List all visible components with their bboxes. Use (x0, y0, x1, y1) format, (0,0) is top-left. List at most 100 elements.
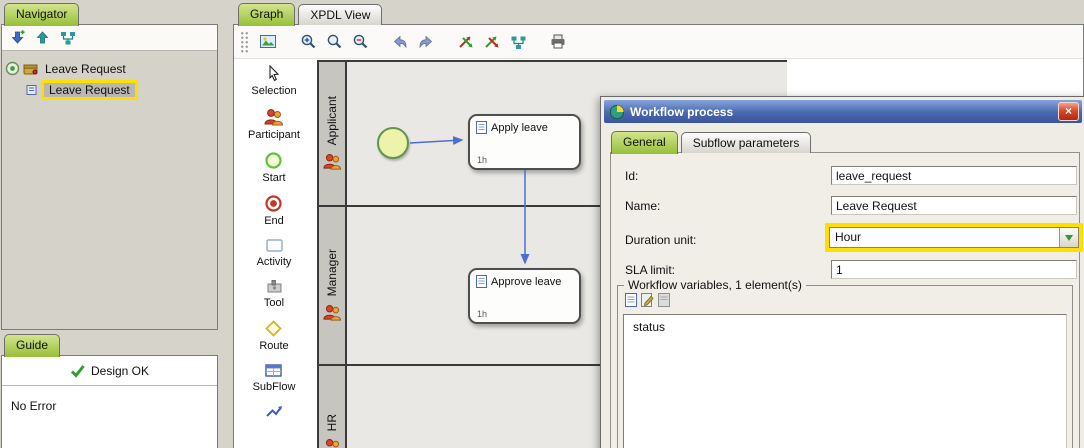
move-down-icon[interactable] (9, 29, 26, 46)
dropdown-arrow-icon[interactable] (1059, 228, 1078, 247)
dialog-general-panel: Id: Name: Duration unit: Hour SLA limit:… (610, 152, 1080, 448)
lane-label: Applicant (325, 96, 339, 145)
participant-icon (322, 303, 342, 322)
print-icon[interactable] (545, 29, 571, 55)
zoom-in-icon[interactable] (295, 29, 321, 55)
package-status-icon (5, 61, 20, 76)
activity-approve-leave[interactable]: Approve leave 1h (468, 268, 581, 324)
zoom-actual-icon[interactable] (321, 29, 347, 55)
redo-icon[interactable] (413, 29, 439, 55)
activity-doc-icon (476, 275, 487, 288)
duration-unit-select[interactable]: Hour (829, 227, 1079, 248)
selection-cursor-icon (265, 65, 282, 83)
tab-xpdl-view[interactable]: XPDL View (298, 4, 382, 25)
start-icon (264, 151, 283, 170)
crossed-arrows-red-icon[interactable] (453, 29, 479, 55)
palette-item-label: Tool (264, 297, 284, 309)
delete-variable-icon[interactable] (658, 293, 670, 307)
tree-item-process-label[interactable]: Leave Request (41, 80, 138, 100)
toolbar-separator (531, 29, 545, 55)
close-icon[interactable]: × (1058, 102, 1079, 121)
palette-item-selection[interactable]: Selection (251, 65, 296, 97)
new-variable-icon[interactable] (625, 293, 637, 307)
palette-item-subflow[interactable]: SubFlow (253, 362, 296, 393)
variable-item-status[interactable]: status (624, 315, 1066, 339)
tab-graph[interactable]: Graph (238, 3, 295, 26)
palette-item-label: End (264, 215, 284, 227)
tool-icon (265, 278, 284, 295)
guide-panel: Design OK No Error (1, 355, 218, 448)
hierarchy-icon[interactable] (59, 29, 76, 46)
palette-item-label: Activity (257, 256, 292, 268)
activity-duration: 1h (477, 309, 487, 319)
lane-header[interactable]: HR (319, 366, 347, 448)
palette-item-label: Participant (248, 129, 300, 141)
crossed-arrows-green-icon[interactable] (479, 29, 505, 55)
navigator-toolbar (2, 25, 217, 51)
palette-item-label: SubFlow (253, 381, 296, 393)
dialog-titlebar[interactable]: Workflow process × (604, 100, 1082, 123)
sla-limit-label: SLA limit: (625, 263, 675, 277)
toolbar-separator (281, 29, 295, 55)
participant-icon (322, 152, 342, 171)
palette-item-tool[interactable]: Tool (264, 278, 284, 309)
transition-icon (265, 403, 284, 421)
tab-general[interactable]: General (611, 131, 678, 154)
guide-status-row: Design OK (2, 356, 217, 386)
tab-navigator[interactable]: Navigator (4, 3, 79, 26)
workflow-process-dialog: Workflow process × General Subflow param… (600, 96, 1084, 448)
participant-icon (263, 107, 284, 127)
graph-toolbar (234, 25, 1083, 59)
palette-item-start[interactable]: Start (262, 151, 285, 184)
end-icon (264, 194, 283, 213)
activity-label: Approve leave (491, 276, 561, 288)
palette-item-transition[interactable] (265, 403, 284, 421)
lane-label: Manager (325, 249, 339, 296)
lane-header[interactable]: Applicant (319, 62, 347, 205)
sla-limit-input[interactable] (831, 260, 1077, 279)
variables-list[interactable]: status (623, 314, 1067, 448)
duration-unit-label: Duration unit: (625, 233, 696, 247)
id-input[interactable] (831, 166, 1077, 185)
palette-item-label: Start (262, 172, 285, 184)
workflow-variables-group: Workflow variables, 1 element(s) status (617, 285, 1073, 448)
route-icon (264, 319, 283, 338)
id-label: Id: (625, 169, 638, 183)
check-icon (70, 364, 85, 378)
activity-apply-leave[interactable]: Apply leave 1h (468, 114, 581, 170)
toolbar-separator (373, 29, 387, 55)
activity-duration: 1h (477, 155, 487, 165)
move-up-icon[interactable] (34, 29, 51, 46)
palette-item-label: Selection (251, 85, 296, 97)
tool-palette: Selection Participant Start End Activity… (234, 59, 314, 448)
tree-row-process[interactable]: Leave Request (5, 79, 214, 100)
start-event-node[interactable] (377, 127, 409, 159)
guide-message: No Error (2, 386, 217, 426)
navigator-tree: Leave Request Leave Request (2, 51, 217, 329)
package-icon (23, 62, 39, 76)
app-logo-icon (609, 104, 625, 120)
palette-item-route[interactable]: Route (259, 319, 288, 352)
app-window: Leave Request Leave Request Navigator De… (0, 0, 1084, 448)
subflow-icon (264, 362, 283, 379)
hierarchy-view-icon[interactable] (505, 29, 531, 55)
variables-toolbar (625, 293, 670, 307)
palette-item-participant[interactable]: Participant (248, 107, 300, 141)
undo-icon[interactable] (387, 29, 413, 55)
tab-subflow-parameters[interactable]: Subflow parameters (681, 132, 812, 153)
activity-label: Apply leave (491, 122, 548, 134)
duration-unit-value: Hour (830, 228, 1059, 247)
tree-row-root[interactable]: Leave Request (5, 58, 214, 79)
palette-item-end[interactable]: End (264, 194, 284, 227)
navigator-tab-strip: Navigator (4, 2, 79, 25)
tab-guide[interactable]: Guide (4, 334, 60, 357)
palette-item-activity[interactable]: Activity (257, 237, 292, 268)
zoom-out-icon[interactable] (347, 29, 373, 55)
tree-item-root-label[interactable]: Leave Request (42, 61, 129, 77)
export-image-icon[interactable] (255, 29, 281, 55)
edit-variable-icon[interactable] (641, 293, 654, 307)
toolbar-drag-handle[interactable] (239, 30, 248, 54)
name-input[interactable] (831, 196, 1077, 215)
lane-header[interactable]: Manager (319, 207, 347, 364)
workspace-tab-strip: Graph XPDL View (238, 2, 382, 25)
